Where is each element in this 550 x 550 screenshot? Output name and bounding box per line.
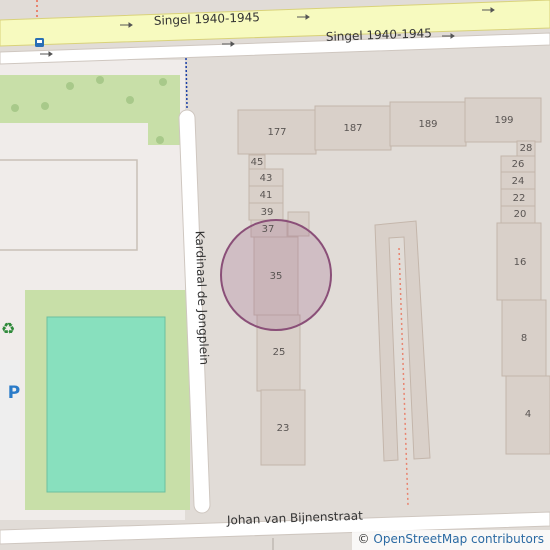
parking-icon[interactable]: P [8,383,20,403]
house-number: 45 [251,157,264,168]
house-number: 177 [267,127,286,138]
house-number: 37 [262,224,275,235]
house-number: 16 [514,257,527,268]
house-number: 24 [512,176,525,187]
house-number: 28 [520,143,533,154]
house-number: 187 [343,123,362,134]
parking-area [0,360,20,480]
bus-stop-icon[interactable] [35,38,44,47]
copyright-symbol: © [357,532,370,546]
map-canvas[interactable]: 177 187 189 199 45 43 41 39 37 35 25 23 … [0,0,550,550]
house-number: 43 [260,173,273,184]
house-number: 25 [273,347,286,358]
house-number: 199 [494,115,513,126]
house-number: 8 [521,333,527,344]
recycling-icon[interactable]: ♻ [1,319,15,338]
house-number: 189 [418,119,437,130]
house-number: 20 [514,209,527,220]
house-number: 26 [512,159,525,170]
attribution-link[interactable]: OpenStreetMap contributors [373,532,544,546]
house-number: 41 [260,190,273,201]
house-number: 35 [270,271,283,282]
house-number: 39 [261,207,274,218]
map-attribution: © OpenStreetMap contributors [351,530,550,550]
school-building [0,159,138,251]
house-number: 22 [513,193,526,204]
house-number: 4 [525,409,531,420]
house-number: 23 [277,423,290,434]
sports-pitch [46,316,166,493]
